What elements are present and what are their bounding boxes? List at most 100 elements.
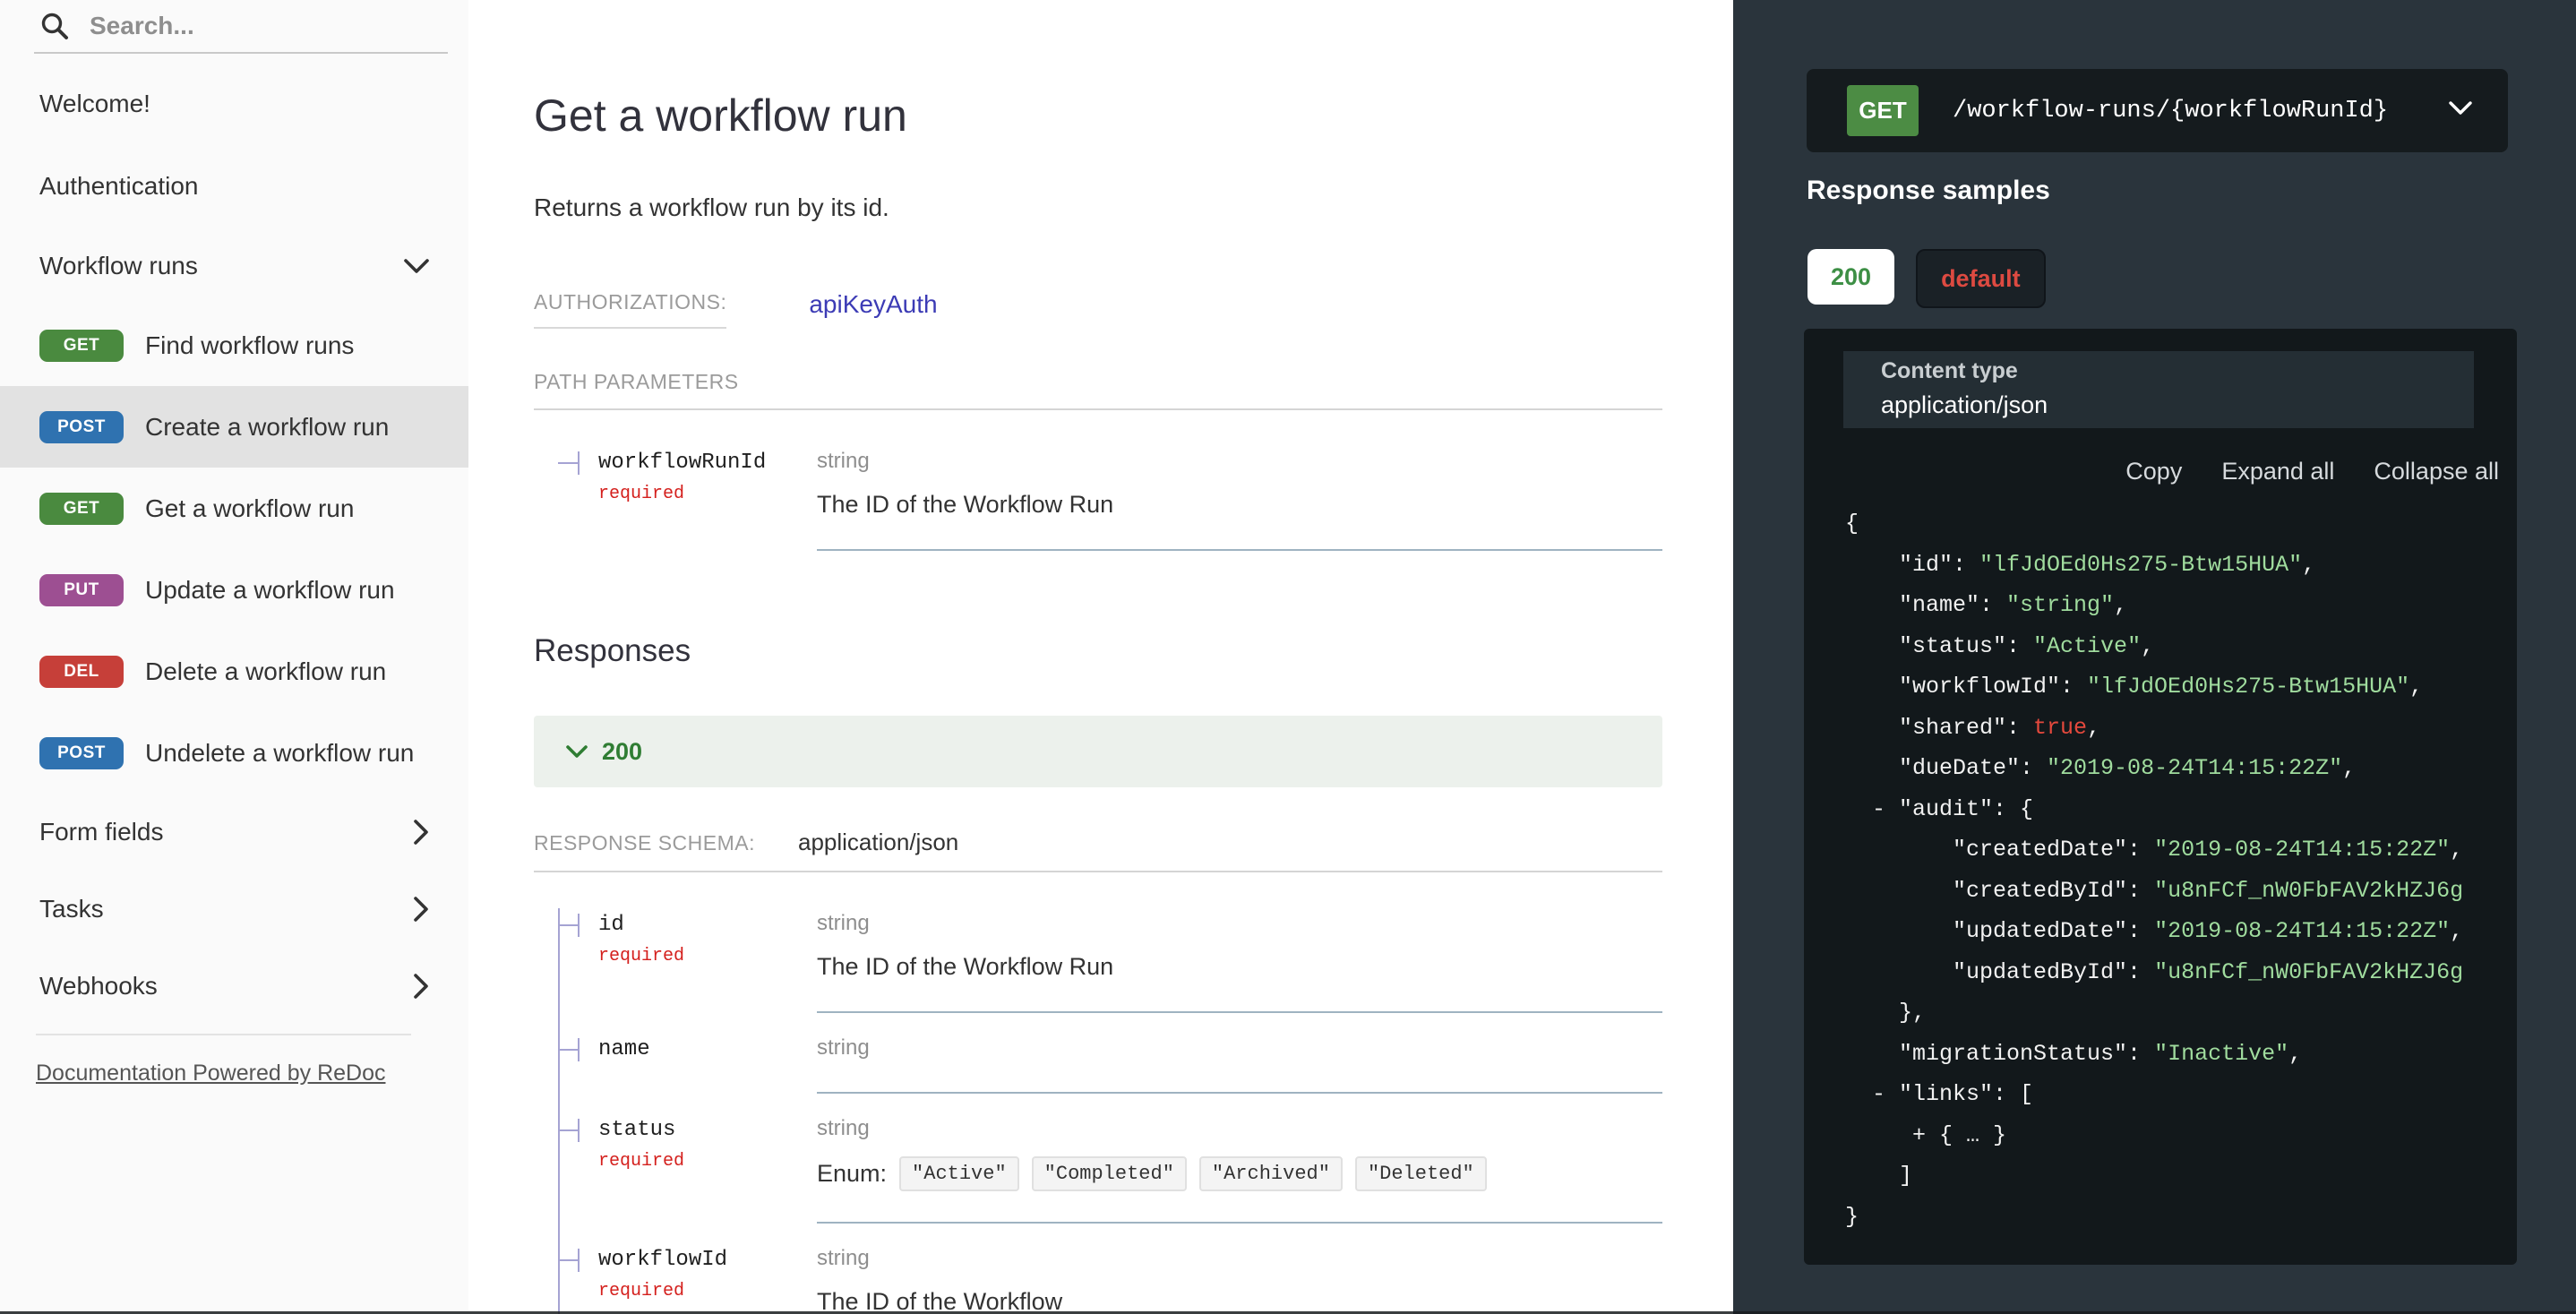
field-description: The ID of the Workflow Run: [817, 491, 1662, 519]
auth-scheme-link[interactable]: apiKeyAuth: [809, 290, 937, 319]
authorizations-row: AUTHORIZATIONS: apiKeyAuth: [534, 290, 1662, 329]
sidebar-item-tasks[interactable]: Tasks: [0, 871, 468, 948]
enum-value-chip: "Archived": [1199, 1156, 1343, 1191]
sidebar-item-delete-a-workflow-run[interactable]: DELDelete a workflow run: [0, 631, 468, 712]
sidebar-item-workflow-runs[interactable]: Workflow runs: [0, 228, 468, 305]
collapse-all-button[interactable]: Collapse all: [2374, 458, 2499, 485]
field-row-workflowid: workflowId requiredstring The ID of the Wo…: [534, 1224, 1662, 1314]
code-token: ,: [2302, 552, 2315, 578]
search-input[interactable]: [88, 11, 448, 41]
field-description: The ID of the Workflow Run: [817, 953, 1662, 981]
chevron-right-icon: [414, 820, 429, 845]
content-type-value: application/json: [1881, 391, 2474, 419]
required-flag: required: [598, 1151, 817, 1172]
field-type: string: [817, 1035, 1662, 1061]
code-token: "audit": {: [1885, 796, 2033, 822]
sidebar-item-find-workflow-runs[interactable]: GETFind workflow runs: [0, 305, 468, 386]
field-right-col: string The ID of the Workflow: [817, 1224, 1662, 1314]
code-token: ,: [2409, 674, 2423, 700]
sample-actions: Copy Expand all Collapse all: [2125, 458, 2499, 485]
enum-value-chip: "Deleted": [1355, 1156, 1487, 1191]
method-badge-get: GET: [39, 493, 124, 525]
search-box: [34, 0, 448, 54]
sidebar-item-label: Webhooks: [39, 972, 414, 1001]
chevron-right-icon: [414, 974, 429, 999]
field-name: status: [598, 1117, 817, 1144]
copy-button[interactable]: Copy: [2125, 458, 2182, 485]
redoc-footer-link[interactable]: Documentation Powered by ReDoc: [36, 1061, 385, 1086]
response-sample-panel: Content type application/json Copy Expand…: [1804, 329, 2517, 1265]
sidebar-item-welcome[interactable]: Welcome!: [0, 63, 468, 145]
field-description: The ID of the Workflow: [817, 1288, 1662, 1314]
code-token: ,: [2087, 715, 2100, 741]
chevron-down-icon: [2449, 101, 2472, 116]
sidebar-item-label: Welcome!: [39, 90, 429, 118]
sidebar-item-label: Tasks: [39, 895, 414, 923]
chevron-down-icon: [404, 259, 429, 274]
responses-heading: Responses: [534, 633, 1662, 669]
sidebar-item-label: Workflow runs: [39, 252, 404, 280]
sidebar-item-label: Find workflow runs: [145, 331, 429, 360]
code-token: "lfJdOEd0Hs275-Btw15HUA": [1979, 552, 2302, 578]
code-token: "status":: [1845, 633, 2033, 659]
field-type: string: [817, 448, 1662, 475]
field-row-status: statusrequiredstringEnum:"Active""Comple…: [534, 1094, 1662, 1224]
endpoint-path: /workflow-runs/{workflowRunId}: [1953, 98, 2388, 125]
field-right-col: string The ID of the Workflow Run: [817, 889, 1662, 1013]
response-schema-header: RESPONSE SCHEMA: application/json: [534, 829, 1662, 872]
response-tab-default[interactable]: default: [1916, 249, 2046, 308]
sidebar-item-form-fields[interactable]: Form fields: [0, 794, 468, 871]
code-token: ,: [2450, 918, 2463, 944]
sidebar-divider: [36, 1034, 411, 1035]
code-token: [1845, 1122, 1912, 1148]
code-token: "id":: [1845, 552, 1979, 578]
field-row-name: namestring: [534, 1013, 1662, 1094]
sidebar-item-authentication[interactable]: Authentication: [0, 145, 468, 228]
response-code: 200: [602, 738, 642, 766]
sidebar-item-webhooks[interactable]: Webhooks: [0, 948, 468, 1025]
content-type-select[interactable]: Content type application/json: [1843, 351, 2474, 428]
path-parameters-label: PATH PARAMETERS: [534, 370, 739, 394]
field-left-col: status required: [598, 1094, 817, 1224]
field-left-col: workflowId required: [598, 1224, 817, 1314]
field-type: string: [817, 1115, 1662, 1142]
required-flag: required: [598, 1281, 817, 1301]
collapse-toggle[interactable]: -: [1872, 796, 1885, 822]
code-token: "links": [: [1885, 1081, 2033, 1107]
endpoint-dropdown[interactable]: GET /workflow-runs/{workflowRunId}: [1807, 69, 2508, 152]
code-token: "migrationStatus":: [1845, 1041, 2154, 1067]
sidebar: Welcome!AuthenticationWorkflow runsGETFi…: [0, 0, 468, 1314]
code-token: "lfJdOEd0Hs275-Btw15HUA": [2087, 674, 2409, 700]
right-panel: GET /workflow-runs/{workflowRunId} Respo…: [1733, 0, 2576, 1314]
sidebar-item-undelete-a-workflow-run[interactable]: POSTUndelete a workflow run: [0, 712, 468, 794]
expand-toggle[interactable]: + { … }: [1912, 1122, 2006, 1148]
sidebar-item-get-a-workflow-run[interactable]: GETGet a workflow run: [0, 468, 468, 549]
code-token: "name":: [1845, 592, 2006, 618]
response-tab-200[interactable]: 200: [1807, 249, 1894, 305]
required-flag: required: [598, 484, 817, 504]
sidebar-item-create-a-workflow-run[interactable]: POSTCreate a workflow run: [0, 386, 468, 468]
http-method-badge: GET: [1847, 85, 1919, 136]
code-token: "updatedById":: [1845, 959, 2154, 985]
sidebar-item-update-a-workflow-run[interactable]: PUTUpdate a workflow run: [0, 549, 468, 631]
code-token: "string": [2006, 592, 2114, 618]
code-token: ,: [2141, 633, 2154, 659]
response-samples-heading: Response samples: [1807, 176, 2050, 206]
field-name: workflowId: [598, 1247, 817, 1274]
code-token: "Active": [2033, 633, 2141, 659]
required-flag: required: [598, 946, 817, 966]
enum-value-chip: "Active": [899, 1156, 1019, 1191]
response-200-banner[interactable]: 200: [534, 716, 1662, 787]
code-token: ]: [1845, 1163, 1912, 1189]
chevron-right-icon: [414, 897, 429, 922]
code-token: ,: [2288, 1041, 2302, 1067]
method-badge-post: POST: [39, 737, 124, 769]
collapse-toggle[interactable]: -: [1872, 1081, 1885, 1107]
path-parameters-list: workflowRunIdrequiredstringThe ID of the…: [534, 410, 1662, 551]
field-type: string: [817, 1245, 1662, 1272]
expand-all-button[interactable]: Expand all: [2221, 458, 2334, 485]
code-token: "Inactive": [2154, 1041, 2288, 1067]
content-type-label: Content type: [1881, 358, 2474, 384]
field-row-id: idrequiredstringThe ID of the Workflow R…: [534, 889, 1662, 1013]
field-type: string: [817, 910, 1662, 937]
